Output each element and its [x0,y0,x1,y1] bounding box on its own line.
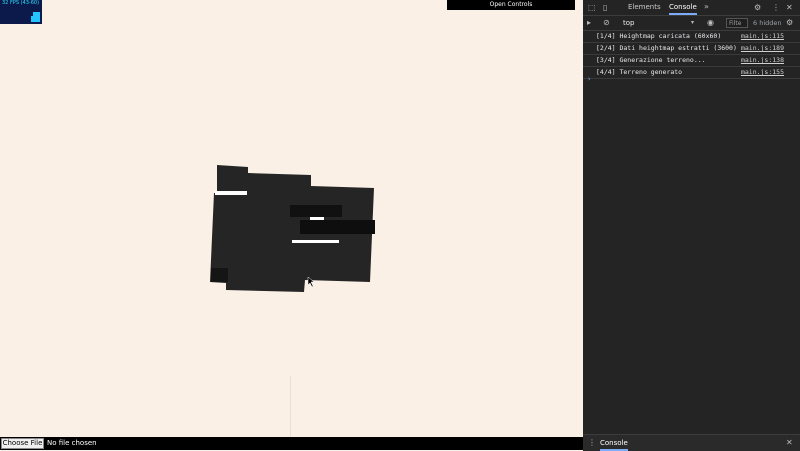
devtools-tab-bar: ⬚ ▯ Elements Console » ⚙ ⋮ ✕ [583,0,800,16]
drawer-menu-icon[interactable]: ⋮ [588,438,596,448]
more-options-icon[interactable]: ⋮ [772,3,780,13]
log-message: [4/4] Terreno generato [596,68,683,76]
terrain-highlight [215,191,247,195]
terrain-dark-block [300,220,375,234]
context-dropdown-icon[interactable]: ▾ [691,18,694,28]
open-controls-button[interactable]: Open Controls [447,0,575,10]
choose-file-button[interactable]: Choose File [1,438,44,449]
device-toolbar-icon[interactable]: ▯ [603,3,607,13]
console-settings-icon[interactable]: ⚙ [786,18,793,28]
terrain-dark-block [290,205,342,217]
context-selector[interactable]: top [623,18,634,28]
console-log-line: [4/4] Terreno generato main.js:155 [583,67,800,79]
close-drawer-icon[interactable]: ✕ [786,438,793,448]
fps-stats-panel[interactable]: 32 FPS (43-60) [0,0,42,24]
fps-text: 32 FPS (43-60) [2,0,40,6]
filter-input[interactable]: Filte [726,18,748,28]
log-source-link[interactable]: main.js:138 [741,55,784,66]
devtools-panel: ⬚ ▯ Elements Console » ⚙ ⋮ ✕ ▸ ⊘ top ▾ ◉… [583,0,800,451]
terrain-highlight [292,240,339,243]
show-sidebar-icon[interactable]: ▸ [587,18,591,28]
tab-elements[interactable]: Elements [628,0,661,15]
console-prompt-icon[interactable]: › [587,75,591,83]
drawer-tab-console[interactable]: Console [600,435,628,451]
close-devtools-icon[interactable]: ✕ [786,3,793,13]
log-source-link[interactable]: main.js:115 [741,31,784,42]
devtools-drawer: ⋮ Console ✕ [583,434,800,451]
log-source-link[interactable]: main.js:155 [741,67,784,78]
3d-viewport[interactable]: 32 FPS (43-60) Open Controls [0,0,583,437]
log-message: [2/4] Dati heightmap estratti (3600) [596,44,737,52]
file-status-text: No file chosen [47,439,97,447]
console-log-line: [1/4] Heightmap caricata (60x60) main.js… [583,31,800,43]
clear-console-icon[interactable]: ⊘ [603,18,610,28]
live-expression-eye-icon[interactable]: ◉ [707,18,714,28]
terrain-dark-block [211,268,228,282]
tab-console[interactable]: Console [669,0,697,15]
console-log-line: [3/4] Generazione terreno... main.js:138 [583,55,800,67]
log-message: [1/4] Heightmap caricata (60x60) [596,32,722,40]
terrain-highlight [310,217,324,220]
console-log-line: [2/4] Dati heightmap estratti (3600) mai… [583,43,800,55]
console-messages: [1/4] Heightmap caricata (60x60) main.js… [583,31,800,79]
terrain-canvas[interactable] [0,0,583,437]
console-toolbar: ▸ ⊘ top ▾ ◉ Filte 6 hidden ⚙ [583,16,800,31]
file-input-bar: Choose File No file chosen [0,437,583,450]
log-message: [3/4] Generazione terreno... [596,56,706,64]
hidden-messages-count[interactable]: 6 hidden [753,18,782,28]
log-source-link[interactable]: main.js:189 [741,43,784,54]
divider-line [290,376,291,437]
inspect-element-icon[interactable]: ⬚ [588,3,596,13]
more-tabs-icon[interactable]: » [704,2,709,12]
settings-gear-icon[interactable]: ⚙ [754,3,761,13]
fps-graph [31,12,40,22]
